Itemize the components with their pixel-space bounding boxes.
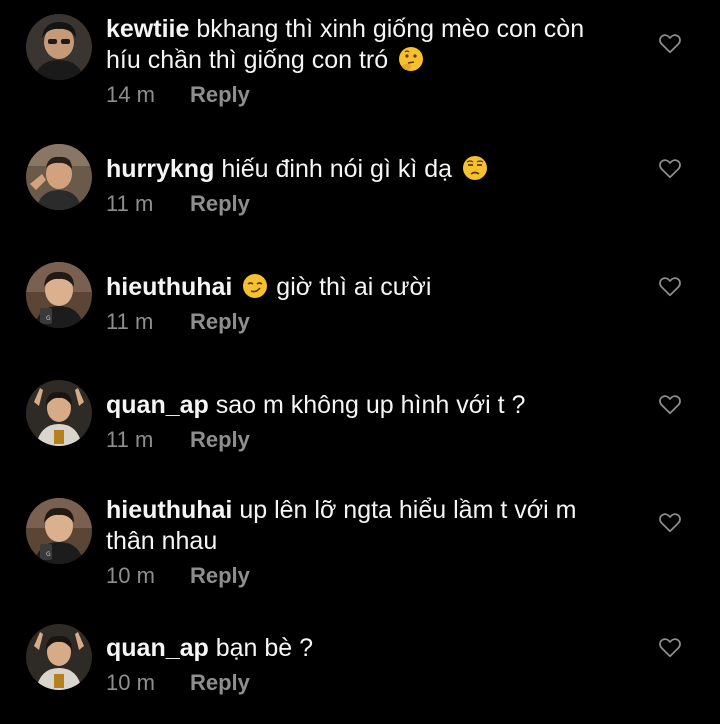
- avatar[interactable]: G: [26, 498, 92, 564]
- svg-text:G: G: [46, 551, 51, 558]
- comment-meta: 10 m Reply: [106, 669, 636, 697]
- comment-body: up lên lỡ ngta hiểu lầm t với m: [239, 496, 577, 524]
- unamused-face-emoji: [463, 156, 487, 180]
- comment-body-continued: thân nhau: [106, 527, 218, 555]
- avatar[interactable]: [26, 624, 92, 690]
- comment-text: quan_ap sao m không up hình với t ?: [106, 390, 636, 421]
- comment-username[interactable]: kewtiie: [106, 15, 189, 43]
- comment-timestamp: 11 m: [106, 427, 154, 452]
- comment-meta: 11 m Reply: [106, 190, 636, 218]
- avatar[interactable]: G: [26, 262, 92, 328]
- svg-text:G: G: [46, 315, 51, 322]
- avatar[interactable]: [26, 144, 92, 210]
- comment-text: hurrykng hiếu đinh nói gì kì dạ: [106, 154, 636, 185]
- comment-timestamp: 11 m: [106, 309, 154, 334]
- heart-icon[interactable]: [657, 509, 683, 535]
- reply-button[interactable]: Reply: [190, 191, 250, 216]
- comment-meta: 14 m Reply: [106, 81, 636, 109]
- heart-icon[interactable]: [657, 391, 683, 417]
- comment-username[interactable]: quan_ap: [106, 634, 209, 662]
- comment-username[interactable]: quan_ap: [106, 391, 209, 419]
- comment-body: bkhang thì xinh giống mèo con còn: [196, 15, 585, 43]
- comment-text: hieuthuhai up lên lỡ ngta hiểu lầm t với…: [106, 495, 636, 557]
- comment-body-continued: híu chần thì giống con tró: [106, 46, 389, 74]
- comment-meta: 11 m Reply: [106, 426, 636, 454]
- comment-meta: 10 m Reply: [106, 562, 636, 590]
- heart-icon[interactable]: [657, 634, 683, 660]
- comment-body: hiếu đinh nói gì kì dạ: [221, 155, 453, 183]
- avatar[interactable]: [26, 380, 92, 446]
- comment-body: sao m không up hình với t ?: [215, 391, 526, 419]
- comment-body: giờ thì ai cười: [276, 273, 432, 301]
- comment-username[interactable]: hieuthuhai: [106, 273, 232, 301]
- comment-username[interactable]: hieuthuhai: [106, 496, 232, 524]
- reply-button[interactable]: Reply: [190, 309, 250, 334]
- smirking-face-emoji: [243, 274, 268, 298]
- comment-username[interactable]: hurrykng: [106, 155, 214, 183]
- comment-text: quan_ap bạn bè ?: [106, 633, 636, 664]
- reply-button[interactable]: Reply: [190, 563, 250, 588]
- comment-timestamp: 11 m: [106, 191, 154, 216]
- comment-timestamp: 14 m: [106, 82, 155, 107]
- heart-icon[interactable]: [657, 273, 683, 299]
- comment-text: hieuthuhai giờ thì ai cười: [106, 272, 636, 303]
- comment-meta: 11 m Reply: [106, 308, 636, 336]
- thinking-face-emoji: [399, 47, 424, 71]
- comment-body: bạn bè ?: [215, 634, 314, 662]
- heart-icon[interactable]: [657, 155, 683, 181]
- reply-button[interactable]: Reply: [190, 82, 250, 107]
- reply-button[interactable]: Reply: [190, 670, 250, 695]
- comment-timestamp: 10 m: [106, 563, 155, 588]
- heart-icon[interactable]: [657, 30, 683, 56]
- reply-button[interactable]: Reply: [190, 427, 250, 452]
- avatar[interactable]: [26, 14, 92, 80]
- comment-text: kewtiie bkhang thì xinh giống mèo con cò…: [106, 14, 636, 76]
- comment-timestamp: 10 m: [106, 670, 155, 695]
